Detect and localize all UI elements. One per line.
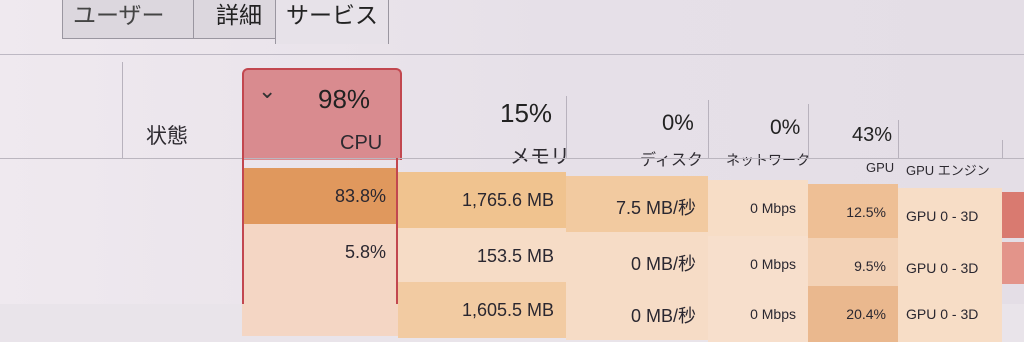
network-value: 0 Mbps <box>750 200 796 216</box>
network-total-percent: 0% <box>770 116 801 139</box>
chevron-down-icon[interactable]: ⌄ <box>258 78 276 104</box>
memory-value: 1,765.6 MB <box>461 190 554 210</box>
tab-details[interactable]: 詳細 <box>193 0 285 39</box>
table-row-3-network[interactable]: 0 Mbps <box>708 286 808 342</box>
column-divider <box>708 100 709 158</box>
cpu-total-percent: 98% <box>318 84 371 114</box>
gpu-engine-value: GPU 0 - 3D <box>906 208 979 224</box>
table-row-3-memory[interactable]: 1,605.5 MB <box>398 282 566 338</box>
disk-value: 0 MB/秒 <box>630 254 696 274</box>
table-row-1-disk[interactable]: 7.5 MB/秒 <box>566 176 708 232</box>
network-value: 0 Mbps <box>750 256 796 272</box>
cpu-column-label: CPU <box>340 132 383 154</box>
memory-value: 1,605.5 MB <box>461 300 554 320</box>
memory-total-percent: 15% <box>500 98 553 128</box>
tab-users[interactable]: ユーザー <box>62 0 204 39</box>
gpu-value: 20.4% <box>846 306 886 322</box>
table-row-1-memory[interactable]: 1,765.6 MB <box>398 172 566 228</box>
network-value: 0 Mbps <box>750 306 796 322</box>
column-divider <box>122 62 123 158</box>
column-header-status[interactable]: 状態 <box>146 120 188 150</box>
gpu-engine-value: GPU 0 - 3D <box>906 260 979 276</box>
disk-total-percent: 0% <box>662 110 694 135</box>
table-row-1-gpu[interactable]: 12.5% <box>808 184 898 240</box>
cpu-value: 83.8% <box>334 186 386 206</box>
table-row-2-cpu[interactable]: 5.8% <box>242 224 398 280</box>
table-row-2-memory[interactable]: 153.5 MB <box>398 228 566 284</box>
gpu-total-percent: 43% <box>852 124 893 146</box>
table-row-3-disk[interactable]: 0 MB/秒 <box>566 284 708 340</box>
column-divider <box>1002 140 1003 158</box>
gpu-value: 12.5% <box>846 204 886 220</box>
table-row-3-cpu[interactable] <box>242 280 398 336</box>
column-divider <box>898 120 899 158</box>
cpu-value: 5.8% <box>344 242 386 262</box>
tab-services[interactable]: サービス <box>275 0 389 44</box>
gpu-engine-value: GPU 0 - 3D <box>906 306 979 322</box>
table-row-3-gpu[interactable]: 20.4% <box>808 286 898 342</box>
table-row-1-network[interactable]: 0 Mbps <box>708 180 808 236</box>
table-row-1-gpu-engine[interactable]: GPU 0 - 3D <box>898 188 1002 244</box>
table-row-2-network[interactable]: 0 Mbps <box>708 236 808 292</box>
table-row-2-disk[interactable]: 0 MB/秒 <box>566 232 708 288</box>
column-overflow-edge <box>1002 192 1024 238</box>
table-row-3-gpu-engine[interactable]: GPU 0 - 3D <box>898 286 1002 342</box>
column-overflow-edge <box>1002 242 1024 284</box>
disk-value: 0 MB/秒 <box>630 306 696 326</box>
memory-value: 153.5 MB <box>476 246 554 266</box>
gpu-value: 9.5% <box>854 258 886 274</box>
tab-bar: ユーザー 詳細 サービス <box>0 0 420 46</box>
task-manager-window: ユーザー 詳細 サービス 状態 ⌄ 98% CPU 15% メモリ 0% ディス… <box>0 0 1024 342</box>
table-row-1-cpu[interactable]: 83.8% <box>242 168 398 224</box>
disk-value: 7.5 MB/秒 <box>615 198 696 218</box>
